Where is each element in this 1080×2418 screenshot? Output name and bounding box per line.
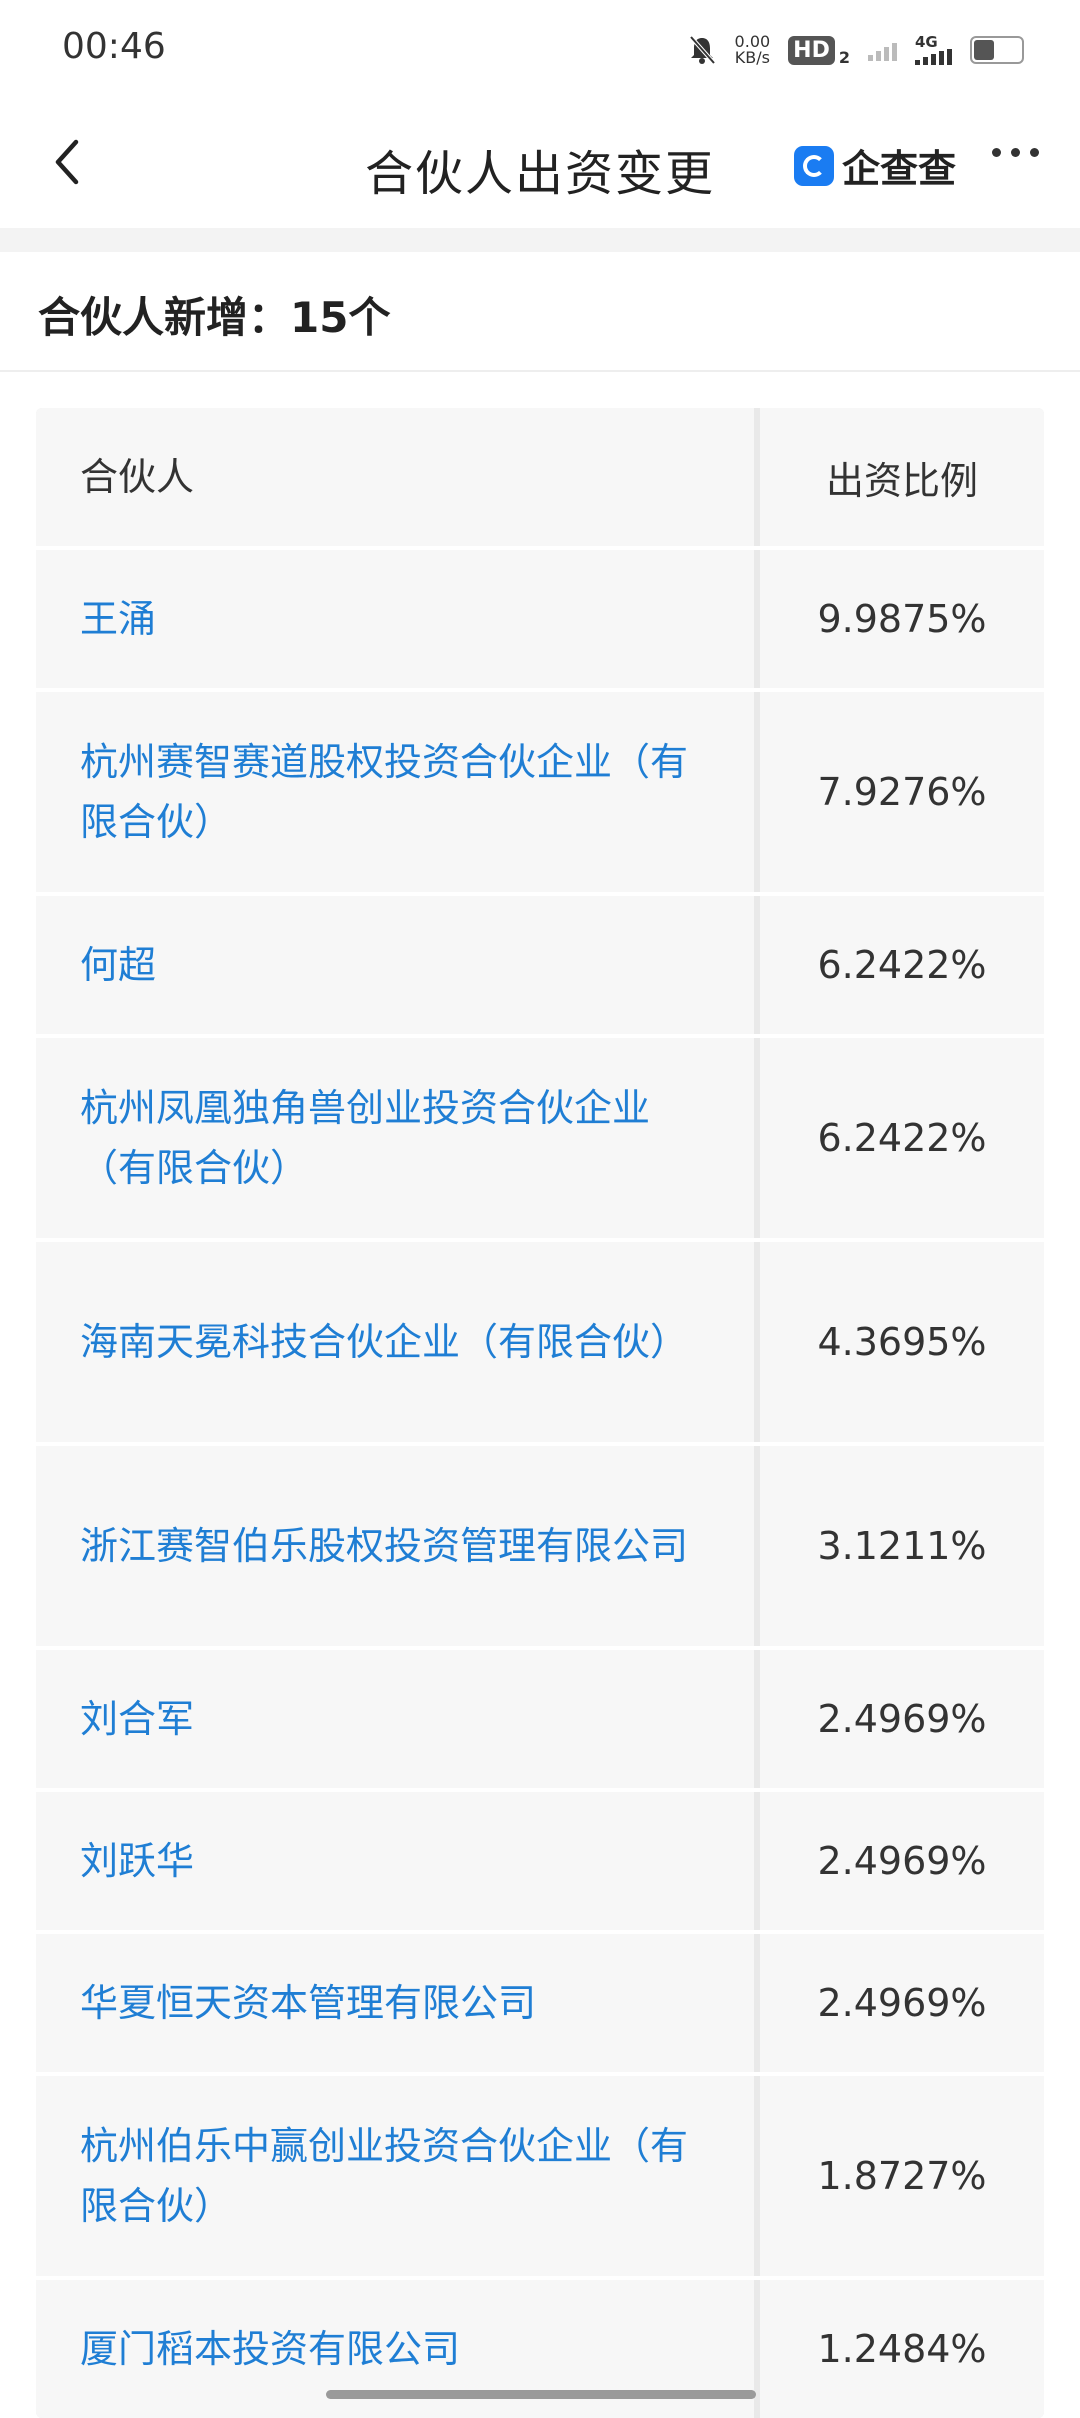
home-indicator[interactable] <box>326 2390 756 2399</box>
divider <box>0 370 1080 372</box>
section-separator <box>0 228 1080 252</box>
partner-name-link[interactable]: 厦门稻本投资有限公司 <box>80 2319 460 2379</box>
partner-ratio: 1.8727% <box>760 2076 1044 2276</box>
partner-name-link[interactable]: 刘合军 <box>80 1689 194 1749</box>
hd-badge: HD <box>788 35 835 65</box>
partner-ratio: 1.2484% <box>760 2280 1044 2418</box>
partner-name-link[interactable]: 何超 <box>80 935 156 995</box>
partner-name-link[interactable]: 王涌 <box>80 589 156 649</box>
partner-ratio: 4.3695% <box>760 1242 1044 1442</box>
partner-name-link[interactable]: 浙江赛智伯乐股权投资管理有限公司 <box>80 1516 688 1576</box>
table-row: 华夏恒天资本管理有限公司 2.4969% <box>36 1930 1044 2072</box>
partner-ratio: 9.9875% <box>760 550 1044 688</box>
status-bar: 00:46 0.00 KB/s HD 2 4G <box>0 0 1080 100</box>
partner-ratio: 2.4969% <box>760 1650 1044 1788</box>
brand-name: 企查查 <box>842 147 957 191</box>
header: 合伙人出资变更 企查查 <box>0 100 1080 228</box>
partner-ratio: 3.1211% <box>760 1446 1044 1646</box>
partner-name-link[interactable]: 杭州赛智赛道股权投资合伙企业（有限合伙） <box>80 732 722 852</box>
signal-4g: 4G <box>915 35 952 65</box>
partner-added-count: 合伙人新增：15个 <box>38 293 391 342</box>
column-header-partner: 合伙人 <box>36 408 754 546</box>
table-row: 杭州伯乐中赢创业投资合伙企业（有限合伙） 1.8727% <box>36 2072 1044 2276</box>
table-row: 刘跃华 2.4969% <box>36 1788 1044 1930</box>
partner-name-link[interactable]: 海南天冕科技合伙企业（有限合伙） <box>80 1312 688 1372</box>
table-row: 浙江赛智伯乐股权投资管理有限公司 3.1211% <box>36 1442 1044 1646</box>
network-type: 4G <box>915 33 938 51</box>
partner-name-link[interactable]: 刘跃华 <box>80 1831 194 1891</box>
partner-name-link[interactable]: 华夏恒天资本管理有限公司 <box>80 1973 536 2033</box>
table-row: 海南天冕科技合伙企业（有限合伙） 4.3695% <box>36 1238 1044 1442</box>
table-row: 刘合军 2.4969% <box>36 1646 1044 1788</box>
more-icon[interactable] <box>992 148 1039 157</box>
partner-ratio: 7.9276% <box>760 692 1044 892</box>
partner-ratio: 6.2422% <box>760 1038 1044 1238</box>
table-row: 杭州赛智赛道股权投资合伙企业（有限合伙） 7.9276% <box>36 688 1044 892</box>
table-row: 何超 6.2422% <box>36 892 1044 1034</box>
qcc-logo-icon <box>794 145 834 186</box>
net-speed-unit: KB/s <box>734 48 770 67</box>
column-header-ratio: 出资比例 <box>760 408 1044 546</box>
hd-sub: 2 <box>838 47 850 67</box>
status-icons: 0.00 KB/s HD 2 4G <box>687 28 1024 72</box>
table-header: 合伙人 出资比例 <box>36 408 1044 546</box>
table-row: 王涌 9.9875% <box>36 546 1044 688</box>
signal-icon-sim2 <box>915 49 952 65</box>
status-time: 00:46 <box>62 26 166 67</box>
partner-ratio: 2.4969% <box>760 1934 1044 2072</box>
mute-bell-icon <box>689 35 716 65</box>
partner-ratio: 6.2422% <box>760 896 1044 1034</box>
signal-icon-sim1 <box>868 39 897 61</box>
table-row: 杭州凤凰独角兽创业投资合伙企业（有限合伙） 6.2422% <box>36 1034 1044 1238</box>
partner-name-link[interactable]: 杭州伯乐中赢创业投资合伙企业（有限合伙） <box>80 2116 722 2236</box>
partner-ratio: 2.4969% <box>760 1792 1044 1930</box>
partner-table: 合伙人 出资比例 王涌 9.9875% 杭州赛智赛道股权投资合伙企业（有限合伙）… <box>36 408 1044 2418</box>
net-speed: 0.00 KB/s <box>735 34 771 66</box>
brand-logo[interactable]: 企查查 <box>794 138 956 193</box>
partner-name-link[interactable]: 杭州凤凰独角兽创业投资合伙企业（有限合伙） <box>80 1078 722 1198</box>
battery-icon <box>970 36 1024 64</box>
